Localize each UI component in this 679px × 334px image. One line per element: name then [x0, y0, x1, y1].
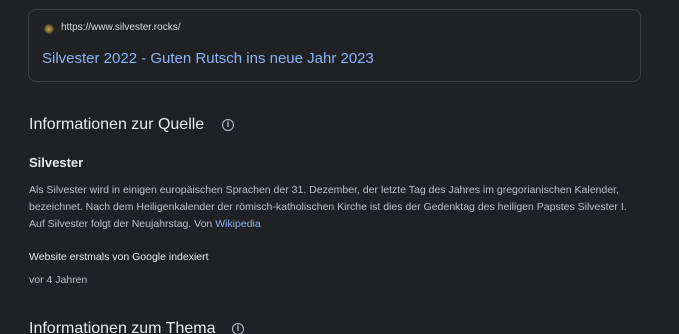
source-subject-title: Silvester — [29, 155, 84, 170]
result-url: https://www.silvester.rocks/ — [61, 22, 181, 33]
topic-info-heading: Informationen zum Thema — [29, 320, 216, 334]
result-card[interactable]: https://www.silvester.rocks/ Silvester 2… — [28, 9, 641, 82]
source-info-heading: Informationen zur Quelle — [29, 116, 205, 133]
source-description-text: Als Silvester wird in einigen europäisch… — [29, 184, 627, 230]
topic-info-icon[interactable]: i — [232, 323, 244, 334]
info-icon[interactable]: i — [222, 119, 234, 131]
about-this-result-panel: https://www.silvester.rocks/ Silvester 2… — [0, 0, 679, 334]
first-indexed-value: vor 4 Jahren — [29, 274, 88, 286]
site-favicon-icon — [44, 24, 54, 34]
result-title-link[interactable]: Silvester 2022 - Guten Rutsch ins neue J… — [42, 50, 374, 67]
first-indexed-label: Website erstmals von Google indexiert — [29, 251, 209, 263]
source-description: Als Silvester wird in einigen europäisch… — [29, 182, 629, 233]
wikipedia-link[interactable]: Wikipedia — [215, 218, 261, 230]
